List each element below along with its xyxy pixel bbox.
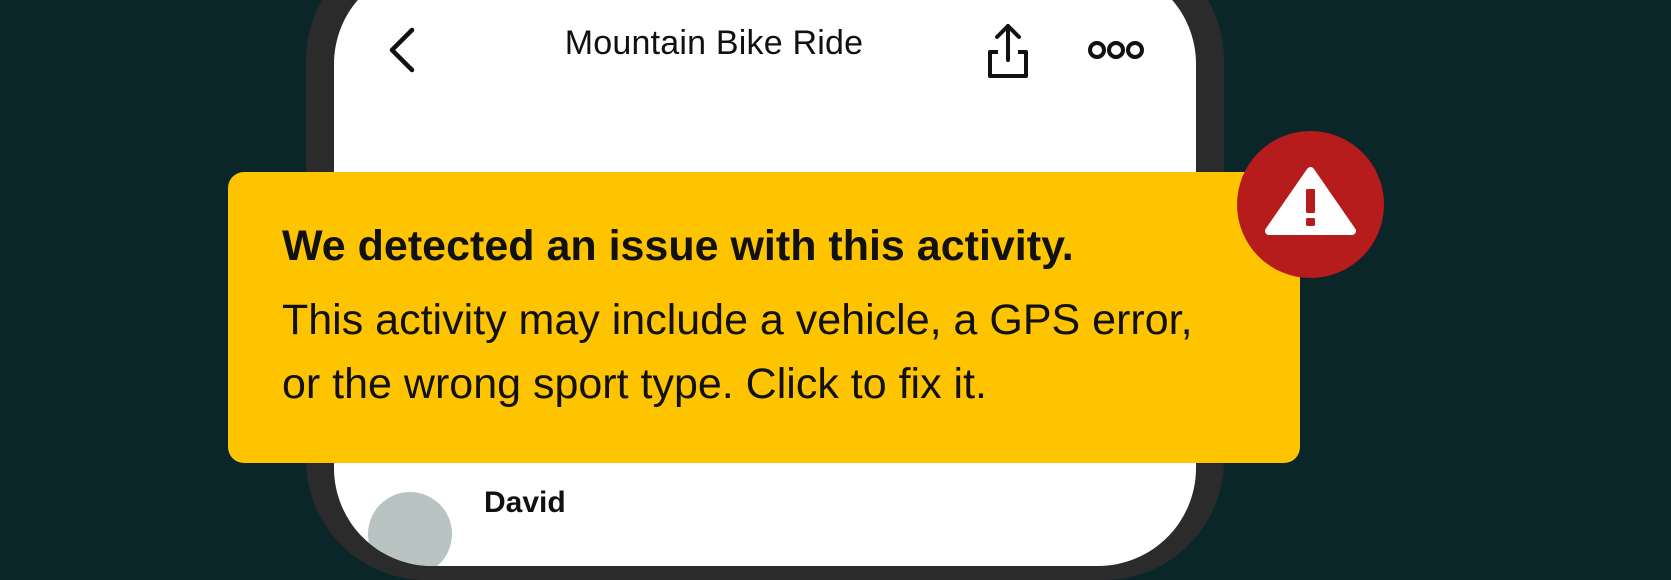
activity-issue-banner[interactable]: We detected an issue with this activity.… <box>228 172 1300 463</box>
athlete-name[interactable]: David <box>484 486 566 520</box>
avatar[interactable] <box>368 492 452 566</box>
share-icon <box>988 24 1028 78</box>
warning-triangle-icon <box>1265 167 1356 235</box>
alert-badge <box>1237 131 1384 278</box>
share-button[interactable] <box>980 18 1036 82</box>
back-button[interactable] <box>382 20 422 80</box>
activity-header: Mountain Bike Ride <box>334 0 1196 96</box>
page-title: Mountain Bike Ride <box>564 24 864 62</box>
banner-message: This activity may include a vehicle, a G… <box>282 296 1193 408</box>
more-options-button[interactable] <box>1086 30 1146 70</box>
more-options-icon <box>1088 41 1144 59</box>
banner-heading: We detected an issue with this activity. <box>282 222 1074 270</box>
athlete-row: David <box>334 486 1196 566</box>
chevron-left-icon <box>389 27 415 73</box>
